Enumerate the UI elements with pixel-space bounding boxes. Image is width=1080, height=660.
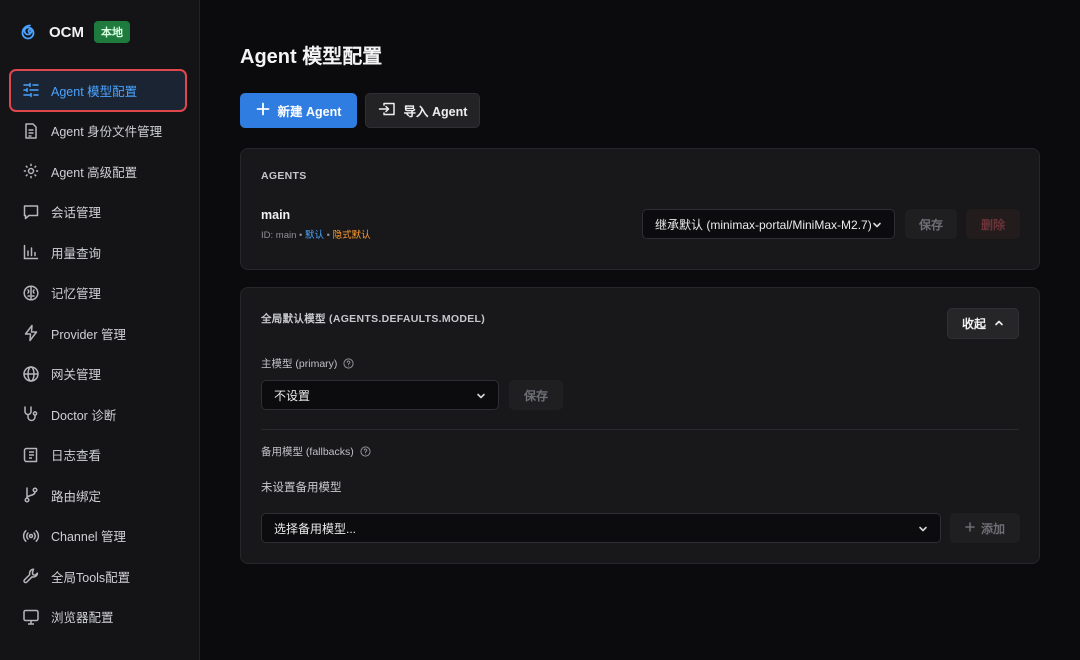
import-icon <box>378 101 396 120</box>
chevron-down-icon <box>476 390 486 400</box>
sidebar-item-routing[interactable]: 路由绑定 <box>10 475 186 516</box>
brand[interactable]: OCM 本地 <box>20 20 130 44</box>
agent-save-button[interactable]: 保存 <box>905 209 957 239</box>
help-icon[interactable] <box>360 446 371 457</box>
add-fallback-button[interactable]: 添加 <box>950 513 1020 543</box>
sidebar-item-usage[interactable]: 用量查询 <box>10 232 186 273</box>
fallback-model-label: 备用模型 (fallbacks) <box>261 446 354 458</box>
meta-separator: • <box>296 230 305 241</box>
brain-icon <box>22 284 40 302</box>
new-agent-label: 新建 Agent <box>277 105 342 119</box>
default-tag: 默认 <box>304 230 324 241</box>
sidebar-item-label: 浏览器配置 <box>51 611 114 626</box>
meta-separator: • <box>324 230 333 241</box>
sidebar-item-agent-identity[interactable]: Agent 身份文件管理 <box>10 111 186 152</box>
plus-icon <box>965 521 975 535</box>
sidebar-item-sessions[interactable]: 会话管理 <box>10 192 186 233</box>
agents-card: AGENTS main ID: main • 默认 • 隐式默认 继承默认 (m… <box>240 148 1040 270</box>
sidebar-item-memory[interactable]: 记忆管理 <box>10 273 186 314</box>
bar-chart-icon <box>22 243 40 261</box>
agent-model-select[interactable]: 继承默认 (minimax-portal/MiniMax-M2.7) <box>642 209 895 239</box>
env-badge: 本地 <box>94 21 130 43</box>
fallback-model-select-value: 选择备用模型... <box>274 521 357 536</box>
primary-model-label: 主模型 (primary) <box>261 358 338 370</box>
sidebar-item-label: 记忆管理 <box>51 287 102 302</box>
fallbacks-empty-text: 未设置备用模型 <box>261 482 342 494</box>
import-agent-label: 导入 Agent <box>403 105 468 119</box>
log-icon <box>22 446 40 464</box>
sidebar-item-browser[interactable]: 浏览器配置 <box>10 597 186 638</box>
chevron-down-icon <box>872 219 882 229</box>
sidebar: OCM 本地 Agent 模型配置 Agent 身份文件管理 Agent 高级配… <box>0 0 200 660</box>
agent-delete-button[interactable]: 删除 <box>966 209 1020 239</box>
sidebar-item-label: Agent 身份文件管理 <box>51 125 163 140</box>
page-title: Agent 模型配置 <box>240 46 383 68</box>
globe-icon <box>22 365 40 383</box>
sidebar-item-label: Channel 管理 <box>51 530 127 545</box>
sidebar-item-provider[interactable]: Provider 管理 <box>10 313 186 354</box>
sidebar-item-agent-advanced[interactable]: Agent 高级配置 <box>10 151 186 192</box>
defaults-model-card: 全局默认模型 (AGENTS.DEFAULTS.MODEL) 收起 主模型 (p… <box>240 287 1040 564</box>
chevron-down-icon <box>918 523 928 533</box>
sidebar-nav: Agent 模型配置 Agent 身份文件管理 Agent 高级配置 会话管理 … <box>9 69 187 638</box>
monitor-icon <box>22 608 40 626</box>
agent-id: ID: main <box>261 230 297 241</box>
sidebar-item-label: Agent 模型配置 <box>51 84 138 99</box>
chevron-up-icon <box>994 317 1004 331</box>
sidebar-item-label: Doctor 诊断 <box>51 408 117 423</box>
agent-model-select-value: 继承默认 (minimax-portal/MiniMax-M2.7) <box>655 217 872 232</box>
sidebar-item-label: 路由绑定 <box>51 489 102 504</box>
sidebar-item-logs[interactable]: 日志查看 <box>10 435 186 476</box>
collapse-label: 收起 <box>961 317 986 331</box>
main-content: Agent 模型配置 新建 Agent 导入 Agent AGENTS main… <box>200 0 1080 660</box>
defaults-section-label: 全局默认模型 (AGENTS.DEFAULTS.MODEL) <box>261 313 486 325</box>
sidebar-item-channel[interactable]: Channel 管理 <box>10 516 186 557</box>
help-icon[interactable] <box>343 358 355 369</box>
agent-meta: ID: main • 默认 • 隐式默认 <box>261 227 371 241</box>
sidebar-item-gateway[interactable]: 网关管理 <box>10 354 186 395</box>
primary-model-label-row: 主模型 (primary) <box>261 356 355 371</box>
app-name: OCM <box>49 23 84 41</box>
document-icon <box>22 122 40 140</box>
divider <box>261 429 1019 430</box>
primary-save-button[interactable]: 保存 <box>509 380 563 410</box>
sidebar-item-label: Provider 管理 <box>51 327 127 342</box>
sidebar-item-global-tools[interactable]: 全局Tools配置 <box>10 556 186 597</box>
sidebar-item-label: 会话管理 <box>51 206 102 221</box>
primary-model-select-value: 不设置 <box>274 388 311 403</box>
new-agent-button[interactable]: 新建 Agent <box>240 93 357 128</box>
chat-icon <box>22 203 40 221</box>
sliders-icon <box>22 81 40 99</box>
agents-section-label: AGENTS <box>261 170 307 182</box>
fallback-model-label-row: 备用模型 (fallbacks) <box>261 444 371 459</box>
broadcast-icon <box>22 527 40 545</box>
plus-icon <box>256 102 270 119</box>
sidebar-item-label: 日志查看 <box>51 449 102 464</box>
stethoscope-icon <box>22 405 40 423</box>
import-agent-button[interactable]: 导入 Agent <box>365 93 480 128</box>
spiral-logo-icon <box>20 22 40 42</box>
collapse-button[interactable]: 收起 <box>947 308 1019 339</box>
primary-model-select[interactable]: 不设置 <box>261 380 499 410</box>
sidebar-item-label: 网关管理 <box>51 368 102 383</box>
add-fallback-label: 添加 <box>980 521 1005 536</box>
git-branch-icon <box>22 486 40 504</box>
gear-icon <box>22 162 40 180</box>
fallback-model-select[interactable]: 选择备用模型... <box>261 513 941 543</box>
sidebar-item-label: 用量查询 <box>51 246 102 261</box>
lightning-icon <box>22 324 40 342</box>
wrench-icon <box>22 567 40 585</box>
sidebar-item-label: Agent 高级配置 <box>51 165 138 180</box>
sidebar-item-doctor[interactable]: Doctor 诊断 <box>10 394 186 435</box>
sidebar-item-agent-model-config[interactable]: Agent 模型配置 <box>9 69 187 112</box>
agent-name: main <box>261 208 291 222</box>
implicit-default-tag: 隐式默认 <box>332 230 371 241</box>
sidebar-item-label: 全局Tools配置 <box>51 570 131 585</box>
